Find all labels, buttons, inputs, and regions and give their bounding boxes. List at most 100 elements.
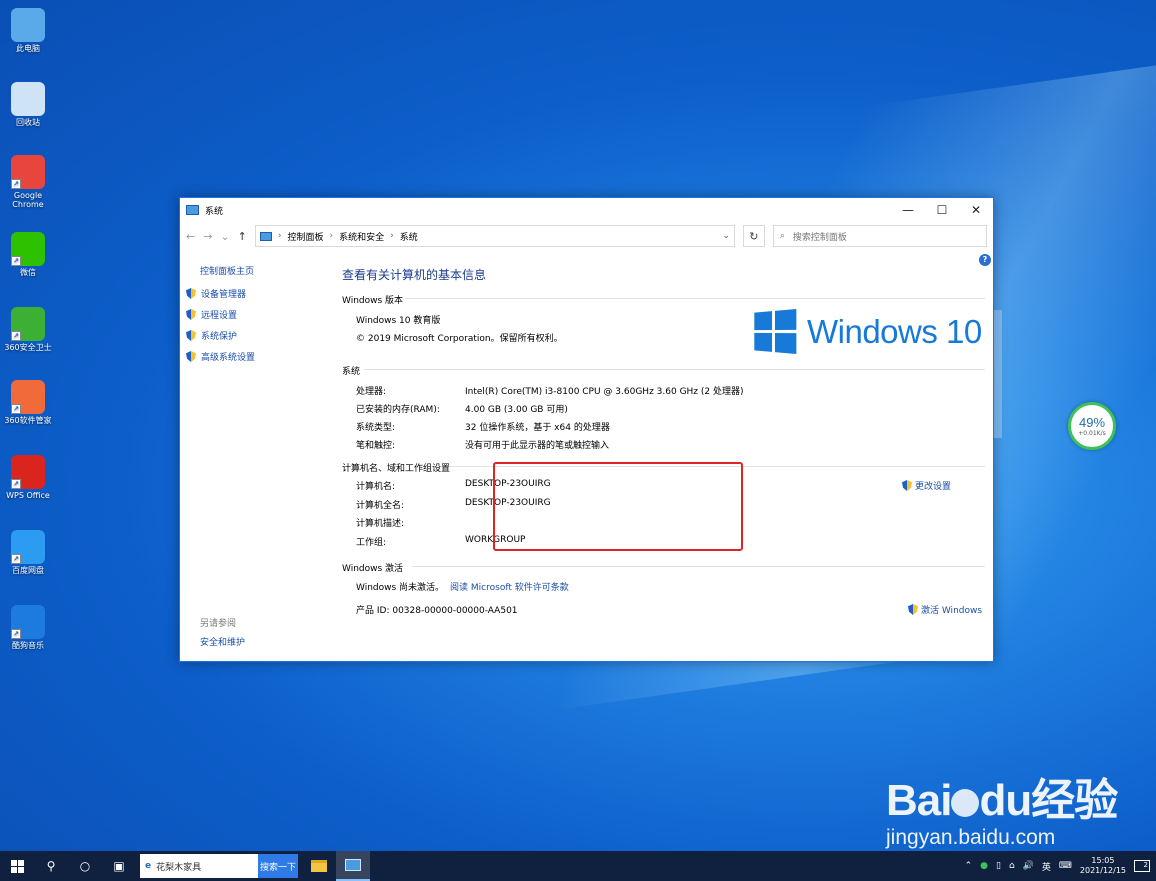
breadcrumb-system[interactable]: 系统: [400, 230, 418, 243]
desktop-icon[interactable]: ↗ 微信: [2, 232, 54, 278]
title-bar[interactable]: 系统 — ☐ ✕: [180, 198, 993, 222]
recent-locations-icon[interactable]: ⌄: [220, 230, 229, 243]
sidebar-item-system-protection[interactable]: 系统保护: [186, 329, 340, 342]
system-info-row-value: 4.00 GB (3.00 GB 可用): [465, 405, 568, 415]
help-icon[interactable]: ?: [979, 254, 991, 266]
sidebar-home-link[interactable]: 控制面板主页: [200, 264, 340, 277]
taskbar-search-button[interactable]: 搜索一下: [258, 854, 298, 878]
clock-date: 2021/12/15: [1079, 866, 1126, 875]
computer-info-row: 计算机描述:: [356, 516, 465, 529]
keyboard-icon[interactable]: ⌨: [1059, 861, 1072, 871]
sidebar-item-remote-settings[interactable]: 远程设置: [186, 308, 340, 321]
clock-time: 15:05: [1091, 856, 1115, 865]
address-bar[interactable]: › 控制面板 › 系统和安全 › 系统 ⌄: [254, 225, 735, 247]
system-taskbar-button[interactable]: [336, 851, 370, 881]
divider: [405, 298, 985, 299]
usb-icon[interactable]: ▯: [996, 861, 1001, 871]
file-explorer-taskbar-button[interactable]: [302, 851, 336, 881]
ie-icon: e: [145, 861, 152, 871]
baidu-jingyan-logo: Bai du经验: [886, 776, 1118, 825]
sidebar: 控制面板主页 设备管理器 远程设置 系统保护 高级系统设置 另请参阅 安全和维护: [180, 250, 340, 660]
network-icon[interactable]: ⌂: [1009, 861, 1015, 871]
ime-indicator[interactable]: 英: [1042, 860, 1051, 873]
desktop-icon[interactable]: ↗ 360安全卫士: [2, 307, 54, 353]
close-button[interactable]: ✕: [959, 203, 993, 217]
page-title: 查看有关计算机的基本信息: [342, 268, 487, 282]
baidu-netdisk-icon: ↗: [11, 530, 45, 564]
windows-flag-icon: [754, 309, 797, 354]
desktop-icon[interactable]: ↗ 360软件管家: [2, 380, 54, 426]
shortcut-arrow-icon: ↗: [11, 629, 21, 639]
360-security-icon: ↗: [11, 307, 45, 341]
cortana-icon[interactable]: ○: [68, 851, 102, 881]
forward-arrow-icon[interactable]: →: [203, 230, 212, 243]
activation-section-title: Windows 激活: [342, 564, 404, 574]
divider: [412, 566, 985, 567]
gauge-percent: 49%: [1078, 415, 1106, 430]
computer-info-row-key: 工作组:: [356, 537, 387, 548]
network-speed-gauge[interactable]: 49% +0.01K/s: [1068, 402, 1116, 450]
search-input[interactable]: ⌕ 搜索控制面板: [772, 225, 987, 247]
taskbar-search-widget: e 花梨木家具 搜索一下: [140, 854, 298, 878]
chevron-down-icon[interactable]: ⌄: [722, 231, 730, 241]
computer-info-row-key: 计算机名:: [356, 482, 396, 492]
maximize-button[interactable]: ☐: [925, 203, 959, 217]
desktop-icon[interactable]: 此电脑: [2, 8, 54, 54]
refresh-button[interactable]: ↻: [742, 225, 765, 247]
see-also-heading: 另请参阅: [200, 619, 237, 629]
baidu-paw-icon: [951, 789, 980, 818]
activate-windows-link[interactable]: 激活 Windows: [908, 603, 982, 616]
system-info-row-key: 笔和触控:: [356, 441, 396, 451]
desktop-icon[interactable]: ↗ 百度网盘: [2, 530, 54, 576]
desktop-icon[interactable]: ↗ 酷狗音乐: [2, 605, 54, 651]
up-arrow-icon[interactable]: ↑: [238, 230, 247, 243]
edition-section-title: Windows 版本: [342, 296, 404, 306]
system-info-row-key: 处理器:: [356, 387, 387, 397]
notification-center-icon[interactable]: 2: [1134, 860, 1150, 872]
desktop-icon[interactable]: ↗ WPS Office: [2, 455, 54, 501]
system-window: 系统 — ☐ ✕ ← → ⌄ ↑ › 控制面板 › 系统和安全 › 系统 ⌄ ↻…: [179, 197, 994, 662]
search-placeholder: 搜索控制面板: [792, 232, 847, 243]
shield-icon: [908, 604, 918, 615]
window-edge-glow: [994, 310, 1002, 438]
system-info-row-key: 已安装的内存(RAM):: [356, 405, 440, 415]
shortcut-arrow-icon: ↗: [11, 179, 21, 189]
desktop-icon-label: 酷狗音乐: [12, 641, 44, 650]
computer-section-title: 计算机名、域和工作组设置: [342, 464, 451, 474]
search-taskbar-icon[interactable]: ⚲: [34, 851, 68, 881]
change-settings-link[interactable]: 更改设置: [902, 479, 951, 492]
desktop-icon-label: 微信: [20, 268, 36, 277]
tray-chevron-icon[interactable]: ⌃: [965, 861, 973, 871]
security-maintenance-link[interactable]: 安全和维护: [200, 635, 245, 648]
start-button[interactable]: [0, 851, 34, 881]
desktop-icon-label: 360安全卫士: [4, 343, 52, 352]
task-view-icon[interactable]: ▣: [102, 851, 136, 881]
desktop-icon-label: 回收站: [16, 118, 40, 127]
sidebar-item-device-manager[interactable]: 设备管理器: [186, 287, 340, 300]
back-arrow-icon[interactable]: ←: [186, 230, 195, 243]
copyright-text: © 2019 Microsoft Corporation。保留所有权利。: [356, 334, 563, 344]
window-title: 系统: [205, 206, 224, 217]
breadcrumb-control-panel[interactable]: 控制面板: [287, 230, 323, 243]
360-tray-icon[interactable]: ●: [980, 861, 988, 871]
desktop-icon[interactable]: ↗ Google Chrome: [2, 155, 54, 210]
chrome-icon: ↗: [11, 155, 45, 189]
system-info-row-value: 32 位操作系统，基于 x64 的处理器: [465, 423, 610, 433]
wechat-icon: ↗: [11, 232, 45, 266]
kugou-icon: ↗: [11, 605, 45, 639]
taskbar-search-input[interactable]: e 花梨木家具: [140, 854, 258, 878]
divider: [364, 369, 985, 370]
main-content: ? 查看有关计算机的基本信息 Windows 版本 Windows 10 教育版…: [340, 250, 993, 661]
clock[interactable]: 15:05 2021/12/15: [1080, 856, 1126, 876]
volume-icon[interactable]: 🔊: [1023, 861, 1034, 871]
wps-icon: ↗: [11, 455, 45, 489]
windows-start-icon: [10, 859, 24, 873]
sidebar-item-advanced-settings[interactable]: 高级系统设置: [186, 350, 340, 363]
license-terms-link[interactable]: 阅读 Microsoft 软件许可条款: [450, 580, 569, 593]
breadcrumb-system-security[interactable]: 系统和安全: [339, 230, 384, 243]
desktop-icon[interactable]: 回收站: [2, 82, 54, 128]
highlight-box: [493, 462, 743, 551]
system-section-title: 系统: [342, 367, 361, 377]
minimize-button[interactable]: —: [891, 203, 925, 217]
search-icon: ⌕: [779, 231, 785, 241]
